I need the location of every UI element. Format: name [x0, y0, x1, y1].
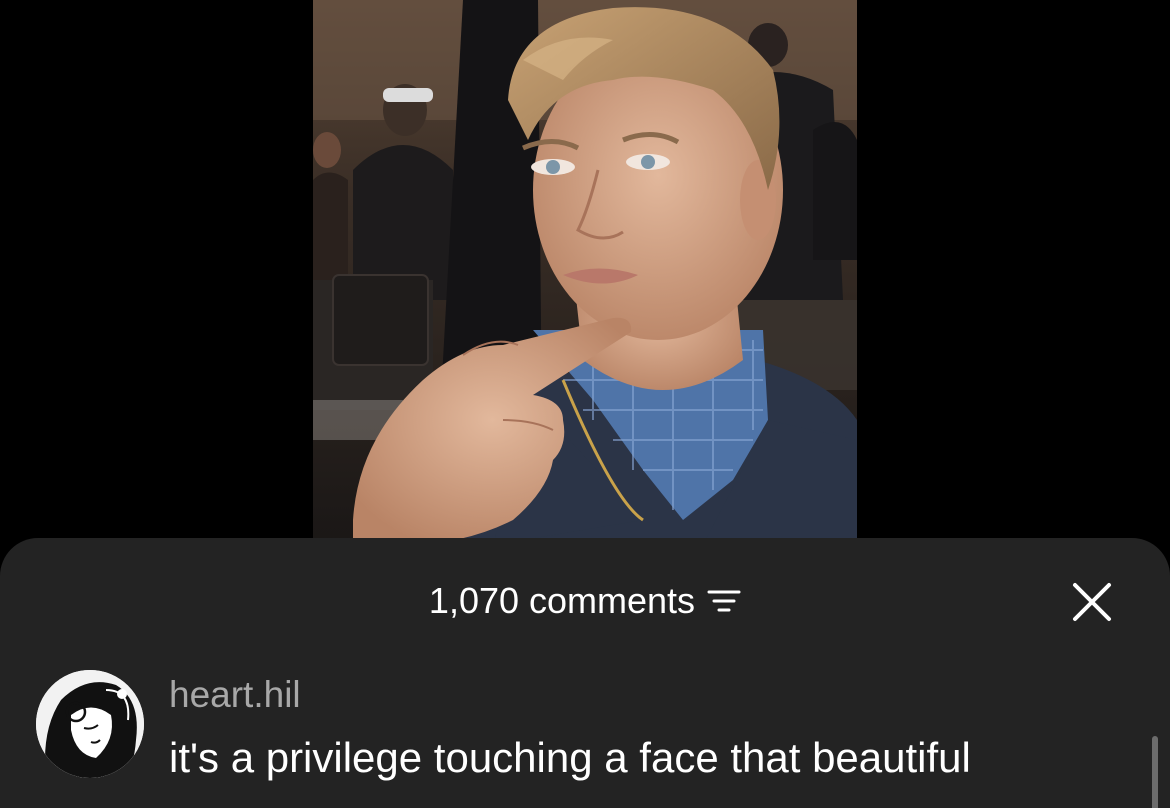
screen: 1,070 comments heart.hil it's a privileg…: [0, 0, 1170, 808]
comment-text: it's a privilege touching a face that be…: [169, 734, 971, 781]
avatar[interactable]: [36, 670, 144, 778]
close-icon: [1073, 583, 1111, 621]
comments-sheet: 1,070 comments heart.hil it's a privileg…: [0, 538, 1170, 808]
video-player[interactable]: [313, 0, 857, 545]
comments-header: 1,070 comments: [0, 576, 1170, 626]
filter-lines-icon[interactable]: [707, 587, 741, 615]
avatar-image: [36, 670, 144, 778]
comments-count: 1,070 comments: [428, 580, 696, 621]
comment-username[interactable]: heart.hil: [169, 674, 301, 716]
video-frame-image: [313, 0, 857, 545]
comments-count-sort[interactable]: 1,070 comments: [429, 580, 741, 622]
close-button[interactable]: [1070, 580, 1114, 624]
scrollbar[interactable]: [1152, 736, 1158, 808]
comment-item[interactable]: heart.hil it's a privilege touching a fa…: [36, 670, 1136, 808]
